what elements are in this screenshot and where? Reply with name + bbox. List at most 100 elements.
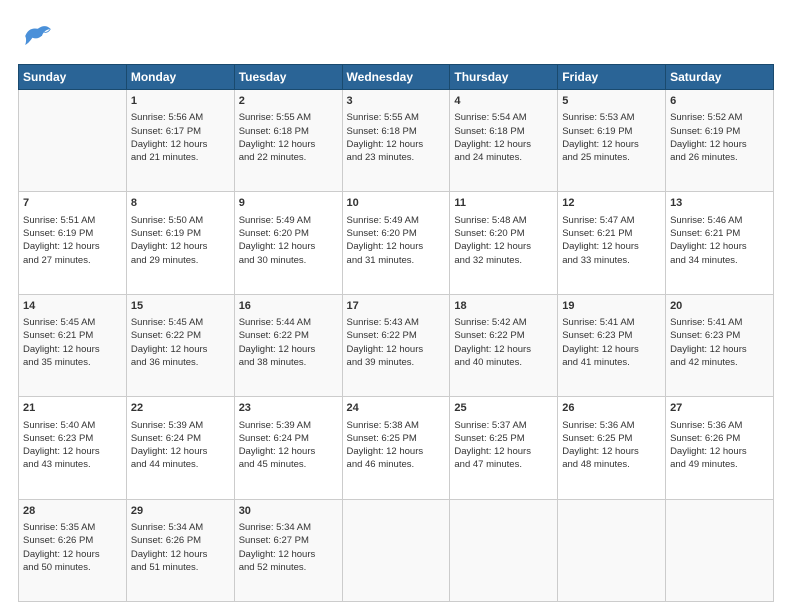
calendar-cell: 29Sunrise: 5:34 AMSunset: 6:26 PMDayligh… — [126, 499, 234, 601]
day-info-line: Sunrise: 5:47 AM — [562, 214, 661, 227]
logo — [18, 18, 58, 54]
day-info-line: Sunset: 6:19 PM — [23, 227, 122, 240]
day-info-line: Sunrise: 5:48 AM — [454, 214, 553, 227]
day-info-line: Sunrise: 5:36 AM — [670, 419, 769, 432]
day-info-line: Sunset: 6:20 PM — [239, 227, 338, 240]
day-number: 19 — [562, 299, 661, 314]
day-info-line: Sunset: 6:23 PM — [23, 432, 122, 445]
day-info-line: Daylight: 12 hours — [131, 240, 230, 253]
page: SundayMondayTuesdayWednesdayThursdayFrid… — [0, 0, 792, 612]
day-info-line: Sunset: 6:18 PM — [239, 125, 338, 138]
calendar-cell — [450, 499, 558, 601]
calendar-cell: 14Sunrise: 5:45 AMSunset: 6:21 PMDayligh… — [19, 294, 127, 396]
calendar-body: 1Sunrise: 5:56 AMSunset: 6:17 PMDaylight… — [19, 90, 774, 602]
day-info-line: Sunset: 6:25 PM — [562, 432, 661, 445]
day-info-line: and 47 minutes. — [454, 458, 553, 471]
calendar-cell: 17Sunrise: 5:43 AMSunset: 6:22 PMDayligh… — [342, 294, 450, 396]
day-info-line: Daylight: 12 hours — [239, 138, 338, 151]
day-number: 17 — [347, 299, 446, 314]
header-cell-thursday: Thursday — [450, 65, 558, 90]
calendar-cell: 2Sunrise: 5:55 AMSunset: 6:18 PMDaylight… — [234, 90, 342, 192]
day-info-line: Sunset: 6:21 PM — [23, 329, 122, 342]
calendar-cell: 24Sunrise: 5:38 AMSunset: 6:25 PMDayligh… — [342, 397, 450, 499]
calendar-cell: 1Sunrise: 5:56 AMSunset: 6:17 PMDaylight… — [126, 90, 234, 192]
calendar-cell: 11Sunrise: 5:48 AMSunset: 6:20 PMDayligh… — [450, 192, 558, 294]
day-info-line: Daylight: 12 hours — [131, 343, 230, 356]
day-info-line: Sunset: 6:26 PM — [670, 432, 769, 445]
day-number: 3 — [347, 94, 446, 109]
calendar-cell: 12Sunrise: 5:47 AMSunset: 6:21 PMDayligh… — [558, 192, 666, 294]
day-number: 24 — [347, 401, 446, 416]
calendar-cell: 8Sunrise: 5:50 AMSunset: 6:19 PMDaylight… — [126, 192, 234, 294]
calendar-cell: 26Sunrise: 5:36 AMSunset: 6:25 PMDayligh… — [558, 397, 666, 499]
day-info-line: Sunset: 6:25 PM — [347, 432, 446, 445]
day-info-line: and 46 minutes. — [347, 458, 446, 471]
day-info-line: Sunset: 6:19 PM — [131, 227, 230, 240]
calendar-cell: 5Sunrise: 5:53 AMSunset: 6:19 PMDaylight… — [558, 90, 666, 192]
day-info-line: and 48 minutes. — [562, 458, 661, 471]
day-info-line: Daylight: 12 hours — [670, 138, 769, 151]
calendar-cell: 16Sunrise: 5:44 AMSunset: 6:22 PMDayligh… — [234, 294, 342, 396]
day-info-line: and 50 minutes. — [23, 561, 122, 574]
day-info-line: Daylight: 12 hours — [131, 548, 230, 561]
day-info-line: Sunset: 6:19 PM — [562, 125, 661, 138]
header-row: SundayMondayTuesdayWednesdayThursdayFrid… — [19, 65, 774, 90]
day-info-line: Sunrise: 5:50 AM — [131, 214, 230, 227]
day-info-line: Sunrise: 5:41 AM — [562, 316, 661, 329]
day-info-line: Sunrise: 5:56 AM — [131, 111, 230, 124]
day-info-line: and 36 minutes. — [131, 356, 230, 369]
calendar-cell: 30Sunrise: 5:34 AMSunset: 6:27 PMDayligh… — [234, 499, 342, 601]
day-info-line: Daylight: 12 hours — [454, 343, 553, 356]
day-info-line: Sunrise: 5:46 AM — [670, 214, 769, 227]
header-cell-monday: Monday — [126, 65, 234, 90]
day-info-line: and 39 minutes. — [347, 356, 446, 369]
day-number: 29 — [131, 504, 230, 519]
day-info-line: Daylight: 12 hours — [670, 445, 769, 458]
calendar-table: SundayMondayTuesdayWednesdayThursdayFrid… — [18, 64, 774, 602]
day-info-line: Sunset: 6:23 PM — [670, 329, 769, 342]
day-info-line: and 41 minutes. — [562, 356, 661, 369]
day-info-line: Daylight: 12 hours — [454, 445, 553, 458]
calendar-cell: 10Sunrise: 5:49 AMSunset: 6:20 PMDayligh… — [342, 192, 450, 294]
day-info-line: and 43 minutes. — [23, 458, 122, 471]
day-number: 5 — [562, 94, 661, 109]
day-info-line: and 52 minutes. — [239, 561, 338, 574]
day-number: 7 — [23, 196, 122, 211]
day-info-line: Sunrise: 5:35 AM — [23, 521, 122, 534]
day-info-line: Sunset: 6:22 PM — [239, 329, 338, 342]
week-row-2: 7Sunrise: 5:51 AMSunset: 6:19 PMDaylight… — [19, 192, 774, 294]
calendar-cell: 15Sunrise: 5:45 AMSunset: 6:22 PMDayligh… — [126, 294, 234, 396]
day-info-line: and 35 minutes. — [23, 356, 122, 369]
day-number: 4 — [454, 94, 553, 109]
header-cell-wednesday: Wednesday — [342, 65, 450, 90]
day-info-line: Sunrise: 5:55 AM — [239, 111, 338, 124]
day-info-line: Sunrise: 5:49 AM — [239, 214, 338, 227]
day-info-line: Sunrise: 5:42 AM — [454, 316, 553, 329]
week-row-3: 14Sunrise: 5:45 AMSunset: 6:21 PMDayligh… — [19, 294, 774, 396]
day-info-line: and 51 minutes. — [131, 561, 230, 574]
week-row-4: 21Sunrise: 5:40 AMSunset: 6:23 PMDayligh… — [19, 397, 774, 499]
day-info-line: Sunset: 6:25 PM — [454, 432, 553, 445]
day-info-line: and 32 minutes. — [454, 254, 553, 267]
day-info-line: Sunset: 6:24 PM — [239, 432, 338, 445]
day-info-line: and 42 minutes. — [670, 356, 769, 369]
day-number: 27 — [670, 401, 769, 416]
day-info-line: Daylight: 12 hours — [670, 240, 769, 253]
calendar-cell — [558, 499, 666, 601]
day-info-line: and 25 minutes. — [562, 151, 661, 164]
day-info-line: Sunrise: 5:52 AM — [670, 111, 769, 124]
day-info-line: Sunrise: 5:45 AM — [23, 316, 122, 329]
day-info-line: Sunrise: 5:53 AM — [562, 111, 661, 124]
day-info-line: and 22 minutes. — [239, 151, 338, 164]
day-info-line: Sunset: 6:18 PM — [454, 125, 553, 138]
calendar-cell: 25Sunrise: 5:37 AMSunset: 6:25 PMDayligh… — [450, 397, 558, 499]
calendar-cell: 22Sunrise: 5:39 AMSunset: 6:24 PMDayligh… — [126, 397, 234, 499]
day-info-line: and 29 minutes. — [131, 254, 230, 267]
day-info-line: Sunset: 6:26 PM — [23, 534, 122, 547]
day-info-line: Daylight: 12 hours — [562, 240, 661, 253]
day-info-line: Daylight: 12 hours — [239, 445, 338, 458]
day-info-line: Sunset: 6:27 PM — [239, 534, 338, 547]
day-info-line: Sunrise: 5:40 AM — [23, 419, 122, 432]
calendar-cell: 9Sunrise: 5:49 AMSunset: 6:20 PMDaylight… — [234, 192, 342, 294]
day-number: 25 — [454, 401, 553, 416]
